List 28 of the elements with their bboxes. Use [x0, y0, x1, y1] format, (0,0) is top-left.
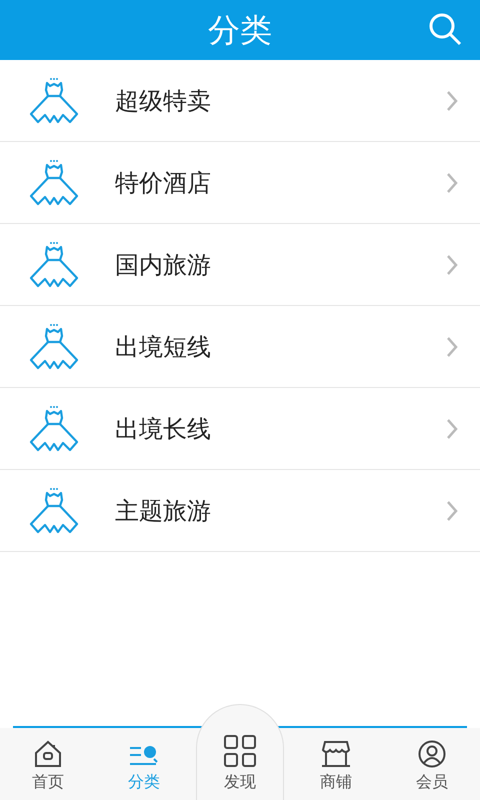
category-label: 特价酒店: [115, 168, 212, 198]
chevron-icon: [446, 172, 458, 194]
chevron-icon: [446, 500, 458, 522]
tab-item[interactable]: 首页: [32, 728, 64, 800]
dress-icon: [28, 404, 80, 452]
header-title: 分类: [208, 10, 272, 51]
dress-icon: [28, 240, 80, 288]
tab-item[interactable]: 发现: [223, 728, 257, 800]
dress-icon: [28, 76, 80, 124]
category-label: 国内旅游: [115, 250, 212, 280]
chevron-icon: [446, 418, 458, 440]
user-icon: [418, 740, 446, 768]
dress-icon: [28, 486, 80, 534]
category-label: 超级特卖: [115, 86, 212, 116]
category-label: 主题旅游: [115, 496, 212, 526]
home-icon: [33, 740, 63, 768]
storefront-icon: [321, 740, 351, 768]
chevron-icon: [446, 254, 458, 276]
tab-item[interactable]: 商铺: [320, 728, 352, 800]
dress-icon: [28, 158, 80, 206]
category-label: 出境长线: [115, 414, 212, 444]
category-label: 出境短线: [115, 332, 212, 362]
chevron-icon: [446, 336, 458, 358]
dress-icon: [28, 322, 80, 370]
chevron-icon: [446, 90, 458, 112]
search-icon[interactable]: [428, 12, 462, 46]
grid-icon: [223, 734, 257, 768]
tab-item[interactable]: 会员: [416, 728, 448, 800]
